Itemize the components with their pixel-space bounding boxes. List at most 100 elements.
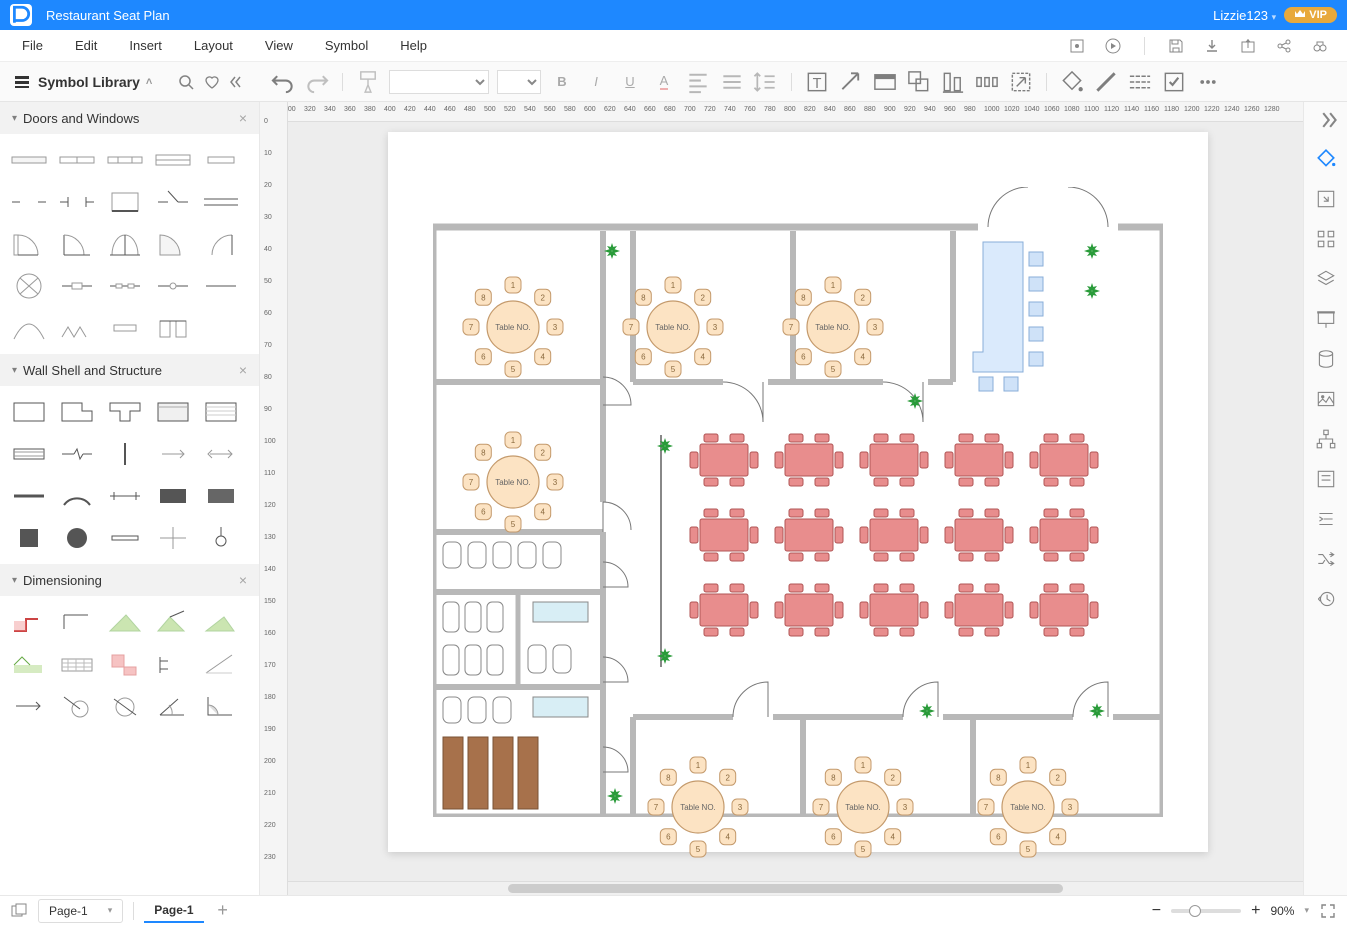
bold-button[interactable]: B (549, 69, 575, 95)
shape-north[interactable] (198, 518, 244, 558)
rect-dining-table[interactable] (858, 507, 920, 555)
shape-rect[interactable] (6, 392, 52, 432)
collapse-left-icon[interactable] (230, 74, 246, 90)
shape-vline[interactable] (102, 434, 148, 474)
shape-window-4[interactable] (150, 140, 196, 180)
shape-dim-radius[interactable] (54, 686, 100, 726)
image-panel-icon[interactable] (1315, 388, 1337, 410)
shape-opening-3[interactable] (150, 182, 196, 222)
font-size-select[interactable] (497, 70, 541, 94)
shape-dim-red-1[interactable] (6, 602, 52, 642)
shape-dim-green-3[interactable] (198, 602, 244, 642)
zoom-slider[interactable] (1171, 909, 1241, 913)
more-button[interactable] (1195, 69, 1221, 95)
presentation-panel-icon[interactable] (1315, 308, 1337, 330)
indent-panel-icon[interactable] (1315, 508, 1337, 530)
add-page-button[interactable]: + (214, 902, 232, 920)
zoom-in-button[interactable]: + (1251, 902, 1260, 920)
menu-help[interactable]: Help (386, 32, 441, 59)
rect-dining-table[interactable] (1028, 432, 1090, 480)
shape-rect-hatch[interactable] (198, 392, 244, 432)
rect-dining-table[interactable] (943, 507, 1005, 555)
shape-dim-angle-1[interactable] (150, 686, 196, 726)
shape-opening-1[interactable] (6, 182, 52, 222)
vip-badge[interactable]: VIP (1284, 7, 1337, 23)
zoom-value[interactable]: 90% (1270, 904, 1294, 918)
shape-solid-square[interactable] (6, 518, 52, 558)
tree-panel-icon[interactable] (1315, 428, 1337, 450)
rect-dining-table[interactable] (943, 582, 1005, 630)
rect-dining-table[interactable] (773, 507, 835, 555)
shape-solid-circle[interactable] (54, 518, 100, 558)
container-button[interactable] (872, 69, 898, 95)
menu-edit[interactable]: Edit (61, 32, 111, 59)
underline-button[interactable]: U (617, 69, 643, 95)
redo-button[interactable] (304, 69, 330, 95)
close-section-icon[interactable]: × (239, 572, 247, 588)
play-icon[interactable] (1104, 37, 1122, 55)
shape-break[interactable] (54, 434, 100, 474)
section-dimensioning[interactable]: ▾ Dimensioning × (0, 564, 259, 596)
shape-dim-green-4[interactable] (6, 644, 52, 684)
shape-door-3[interactable] (102, 224, 148, 264)
focus-icon[interactable] (1068, 37, 1086, 55)
shape-dim-red-2[interactable] (102, 644, 148, 684)
shape-dim-green-2[interactable] (150, 602, 196, 642)
round-table[interactable]: Table NO.12345678 (643, 752, 753, 862)
grid-panel-icon[interactable] (1315, 228, 1337, 250)
rect-dining-table[interactable] (1028, 507, 1090, 555)
shape-dim-bars[interactable] (54, 644, 100, 684)
shape-segment[interactable] (102, 518, 148, 558)
page-selector[interactable]: Page-1▾ (38, 899, 123, 923)
share-icon[interactable] (1275, 37, 1293, 55)
zoom-out-button[interactable]: − (1152, 902, 1161, 920)
group-button[interactable] (906, 69, 932, 95)
canvas-viewport[interactable]: Table NO.12345678Table NO.12345678Table … (288, 122, 1303, 881)
shape-dim-green-1[interactable] (102, 602, 148, 642)
shape-slider[interactable] (198, 182, 244, 222)
shape-bar-3[interactable] (150, 266, 196, 306)
menu-insert[interactable]: Insert (115, 32, 176, 59)
shape-opening-4[interactable] (102, 308, 148, 348)
close-section-icon[interactable]: × (239, 362, 247, 378)
history-panel-icon[interactable] (1315, 588, 1337, 610)
connector-button[interactable] (838, 69, 864, 95)
rect-dining-table[interactable] (773, 432, 835, 480)
shape-l[interactable] (54, 392, 100, 432)
shape-hline[interactable] (6, 476, 52, 516)
align-objects-button[interactable] (940, 69, 966, 95)
shape-frame[interactable] (102, 182, 148, 222)
close-section-icon[interactable]: × (239, 110, 247, 126)
align-vertical-button[interactable] (719, 69, 745, 95)
line-style-button[interactable] (1127, 69, 1153, 95)
round-table[interactable]: Table NO.12345678 (618, 272, 728, 382)
shape-dim-diam[interactable] (102, 686, 148, 726)
section-wall-structure[interactable]: ▾ Wall Shell and Structure × (0, 354, 259, 386)
rect-dining-table[interactable] (688, 582, 750, 630)
heart-icon[interactable] (204, 74, 220, 90)
rect-dining-table[interactable] (688, 507, 750, 555)
rect-dining-table[interactable] (858, 582, 920, 630)
shape-door-2[interactable] (54, 224, 100, 264)
shape-door-4[interactable] (150, 224, 196, 264)
shape-hline-2[interactable] (102, 476, 148, 516)
collapse-right-icon[interactable] (1315, 110, 1337, 130)
data-panel-icon[interactable] (1315, 348, 1337, 370)
line-button[interactable] (1093, 69, 1119, 95)
save-icon[interactable] (1167, 37, 1185, 55)
export-panel-icon[interactable] (1315, 188, 1337, 210)
binoculars-icon[interactable] (1311, 37, 1329, 55)
pages-icon[interactable] (10, 902, 28, 920)
shape-center[interactable] (150, 518, 196, 558)
shape-dim-slope[interactable] (198, 644, 244, 684)
shape-dim-angle-2[interactable] (198, 686, 244, 726)
fill-button[interactable] (1059, 69, 1085, 95)
undo-button[interactable] (270, 69, 296, 95)
rect-dining-table[interactable] (943, 432, 1005, 480)
text-tool-button[interactable]: T (804, 69, 830, 95)
menu-layout[interactable]: Layout (180, 32, 247, 59)
shape-dim-1[interactable] (54, 602, 100, 642)
shape-solid-rect-2[interactable] (198, 476, 244, 516)
shape-door-1[interactable] (6, 224, 52, 264)
comments-panel-icon[interactable] (1315, 468, 1337, 490)
